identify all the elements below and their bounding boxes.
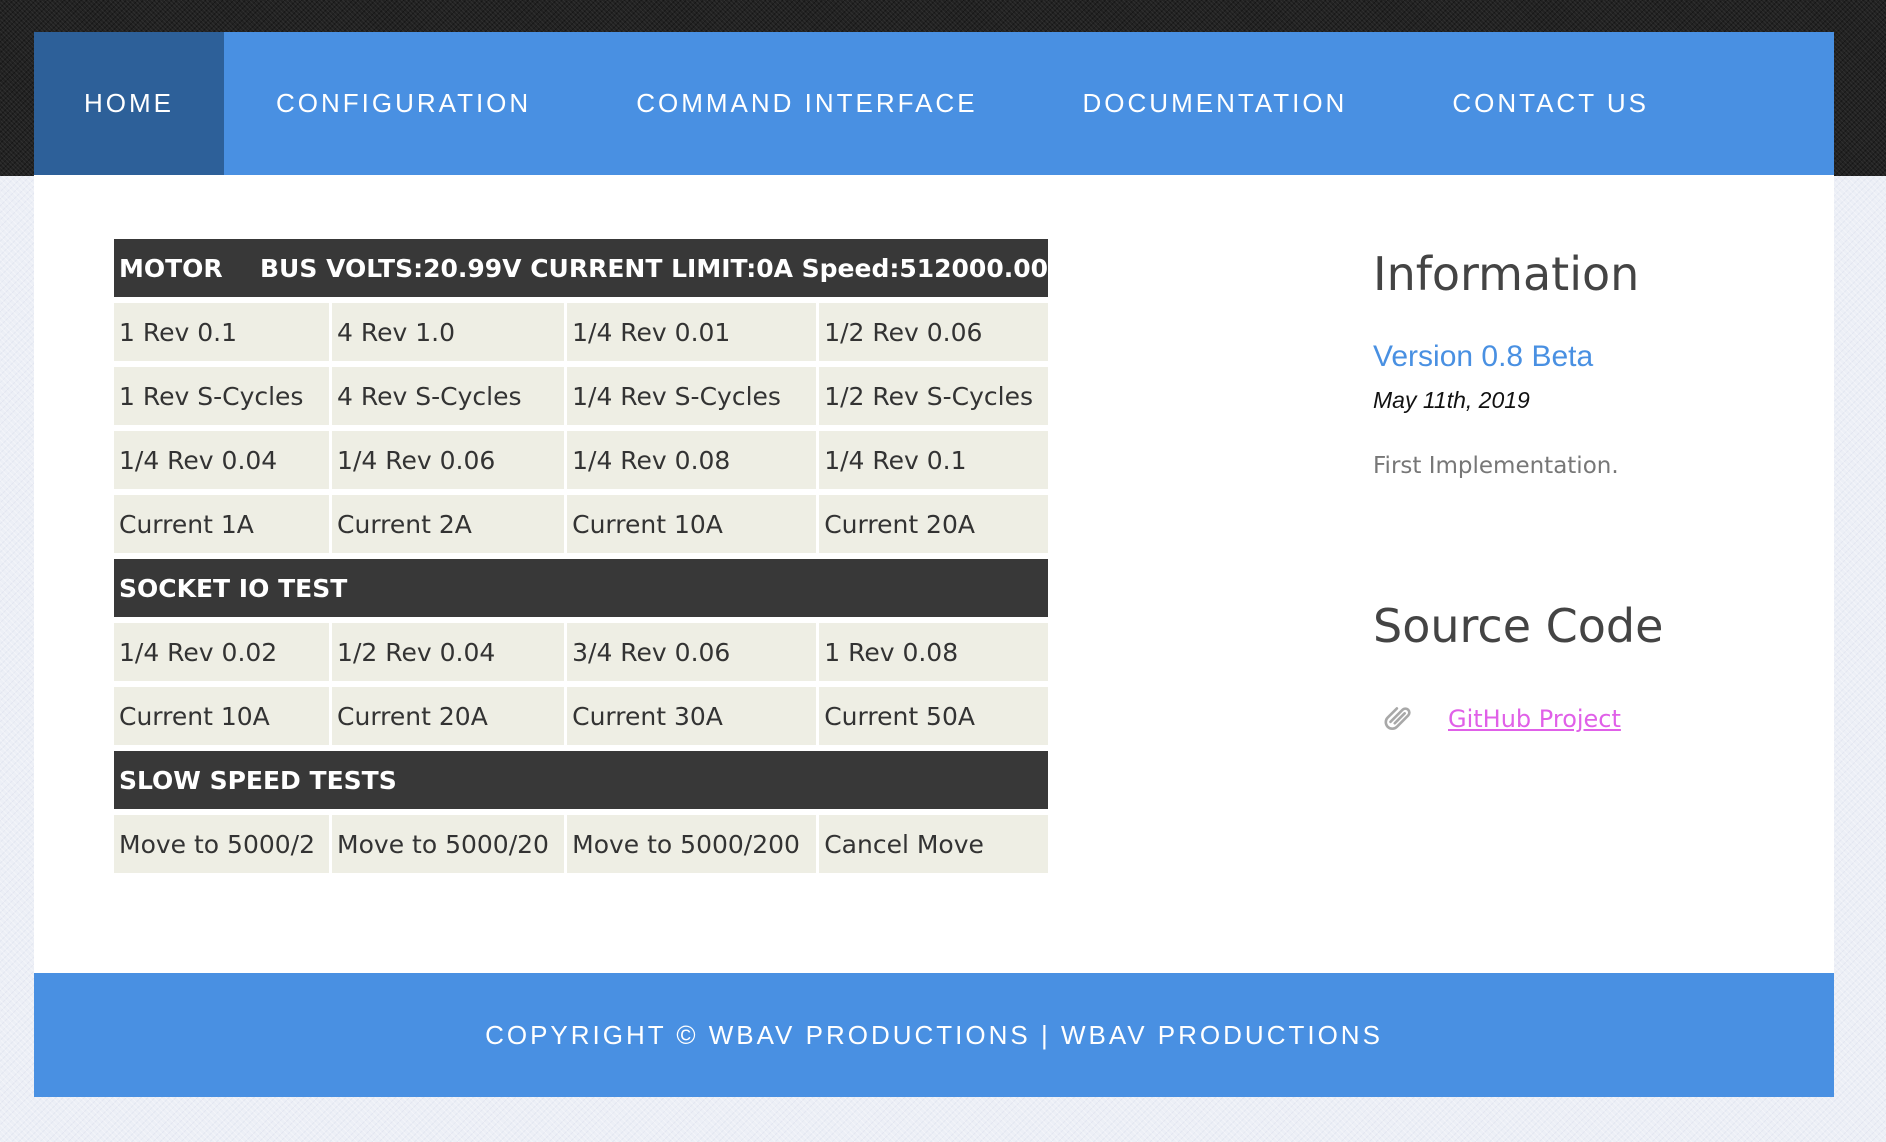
table-row: Move to 5000/2 Move to 5000/20 Move to 5… <box>114 815 1049 873</box>
table-row: 1 Rev 0.1 4 Rev 1.0 1/4 Rev 0.01 1/2 Rev… <box>114 303 1049 361</box>
motor-button[interactable]: Current 2A <box>332 495 565 553</box>
version-label: Version 0.8 Beta <box>1373 340 1594 373</box>
socket-io-button[interactable]: 1 Rev 0.08 <box>819 623 1049 681</box>
motor-button[interactable]: 1/4 Rev 0.04 <box>114 431 330 489</box>
main-content: MOTOR BUS VOLTS:20.99V CURRENT LIMIT:0A S… <box>34 175 1834 974</box>
motor-button[interactable]: 1 Rev S-Cycles <box>114 367 330 425</box>
table-row: Current 10A Current 20A Current 30A Curr… <box>114 687 1049 745</box>
motor-button[interactable]: 1/4 Rev S-Cycles <box>567 367 817 425</box>
github-row: GitHub Project <box>1373 699 1621 739</box>
move-5000-200-button[interactable]: Move to 5000/200 <box>567 815 817 873</box>
motor-button[interactable]: 4 Rev S-Cycles <box>332 367 565 425</box>
motor-header-cell: MOTOR BUS VOLTS:20.99V CURRENT LIMIT:0A S… <box>114 239 1049 297</box>
move-5000-20-button[interactable]: Move to 5000/20 <box>332 815 565 873</box>
information-heading: Information <box>1373 247 1640 301</box>
motor-button[interactable]: 1 Rev 0.1 <box>114 303 330 361</box>
table-row: 1/4 Rev 0.04 1/4 Rev 0.06 1/4 Rev 0.08 1… <box>114 431 1049 489</box>
motor-control-table: MOTOR BUS VOLTS:20.99V CURRENT LIMIT:0A S… <box>111 233 1051 879</box>
slow-speed-header-row: SLOW SPEED TESTS <box>114 751 1049 809</box>
socket-io-button[interactable]: 1/4 Rev 0.02 <box>114 623 330 681</box>
socket-io-header-row: SOCKET IO TEST <box>114 559 1049 617</box>
table-row: Current 1A Current 2A Current 10A Curren… <box>114 495 1049 553</box>
release-date: May 11th, 2019 <box>1373 387 1530 413</box>
motor-section-title: MOTOR <box>119 253 223 283</box>
copyright-text: COPYRIGHT © WBAV PRODUCTIONS | WBAV PROD… <box>485 1019 1383 1050</box>
nav-configuration[interactable]: CONFIGURATION <box>224 32 584 175</box>
motor-status-readout: BUS VOLTS:20.99V CURRENT LIMIT:0A Speed:… <box>260 253 1049 283</box>
table-row: 1/4 Rev 0.02 1/2 Rev 0.04 3/4 Rev 0.06 1… <box>114 623 1049 681</box>
footer: COPYRIGHT © WBAV PRODUCTIONS | WBAV PROD… <box>34 973 1834 1097</box>
main-nav: HOME CONFIGURATION COMMAND INTERFACE DOC… <box>34 32 1834 175</box>
table-row: 1 Rev S-Cycles 4 Rev S-Cycles 1/4 Rev S-… <box>114 367 1049 425</box>
slow-speed-section-title: SLOW SPEED TESTS <box>114 751 1049 809</box>
cancel-move-button[interactable]: Cancel Move <box>819 815 1049 873</box>
move-5000-2-button[interactable]: Move to 5000/2 <box>114 815 330 873</box>
motor-button[interactable]: 4 Rev 1.0 <box>332 303 565 361</box>
nav-command-interface[interactable]: COMMAND INTERFACE <box>584 32 1030 175</box>
source-code-heading: Source Code <box>1373 599 1664 653</box>
nav-home[interactable]: HOME <box>34 32 224 175</box>
motor-header-row: MOTOR BUS VOLTS:20.99V CURRENT LIMIT:0A S… <box>114 239 1049 297</box>
motor-button[interactable]: 1/4 Rev 0.1 <box>819 431 1049 489</box>
socket-io-section-title: SOCKET IO TEST <box>114 559 1049 617</box>
nav-contact-us[interactable]: CONTACT US <box>1400 32 1702 175</box>
socket-io-button[interactable]: 3/4 Rev 0.06 <box>567 623 817 681</box>
socket-io-button[interactable]: Current 10A <box>114 687 330 745</box>
github-project-link[interactable]: GitHub Project <box>1448 705 1621 733</box>
motor-button[interactable]: 1/2 Rev 0.06 <box>819 303 1049 361</box>
socket-io-button[interactable]: Current 20A <box>332 687 565 745</box>
motor-button[interactable]: 1/4 Rev 0.06 <box>332 431 565 489</box>
motor-button[interactable]: Current 1A <box>114 495 330 553</box>
motor-button[interactable]: Current 20A <box>819 495 1049 553</box>
motor-button[interactable]: 1/2 Rev S-Cycles <box>819 367 1049 425</box>
release-note: First Implementation. <box>1373 453 1619 479</box>
paperclip-icon <box>1379 699 1419 739</box>
socket-io-button[interactable]: Current 30A <box>567 687 817 745</box>
nav-documentation[interactable]: DOCUMENTATION <box>1031 32 1401 175</box>
socket-io-button[interactable]: Current 50A <box>819 687 1049 745</box>
motor-button[interactable]: Current 10A <box>567 495 817 553</box>
socket-io-button[interactable]: 1/2 Rev 0.04 <box>332 623 565 681</box>
motor-button[interactable]: 1/4 Rev 0.08 <box>567 431 817 489</box>
motor-button[interactable]: 1/4 Rev 0.01 <box>567 303 817 361</box>
